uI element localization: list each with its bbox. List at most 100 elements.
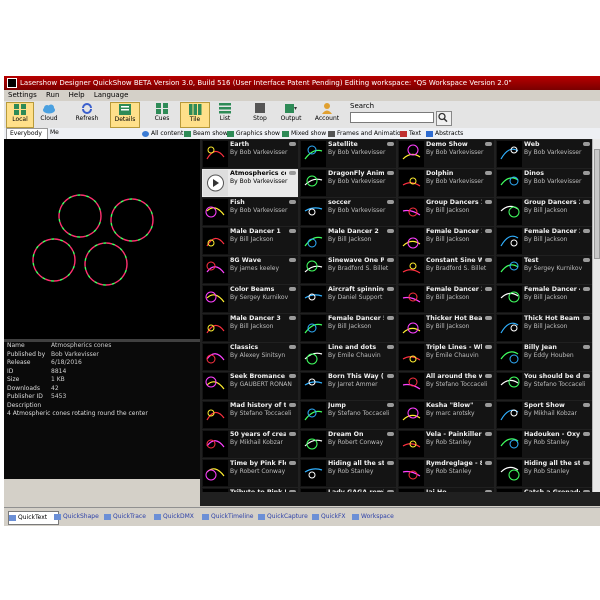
content-tile[interactable]: Sport Show By Mikhail Kobzar <box>496 401 592 429</box>
cloud-download-icon[interactable] <box>387 287 394 291</box>
menu-language[interactable]: Language <box>94 91 129 99</box>
cloud-download-icon[interactable] <box>583 142 590 146</box>
cloud-download-icon[interactable] <box>583 374 590 378</box>
content-tile[interactable]: Male Dancer 3 By Bill Jackson <box>202 314 298 342</box>
content-tile[interactable]: Born This Way (LadyBy Jarret Ammer <box>300 372 396 400</box>
content-tile[interactable]: Male Dancer 1 By Bill Jackson <box>202 227 298 255</box>
content-tile[interactable]: Male Dancer 2 By Bill Jackson <box>300 227 396 255</box>
cloud-download-icon[interactable] <box>387 316 394 320</box>
cloud-download-icon[interactable] <box>387 374 394 378</box>
cloud-download-icon[interactable] <box>289 316 296 320</box>
cloud-download-icon[interactable] <box>485 200 492 204</box>
tab-quickfx[interactable]: QuickFX <box>312 511 357 523</box>
menu-run[interactable]: Run <box>46 91 59 99</box>
cloud-download-icon[interactable] <box>387 432 394 436</box>
content-tile[interactable]: Triple Lines - WhiteBy Emile Chauvin <box>398 343 494 371</box>
content-tile[interactable]: Seek Bromance By GAUBERT RONAN <box>202 372 298 400</box>
grid-scrollbar[interactable] <box>592 139 600 492</box>
cloud-download-icon[interactable] <box>387 200 394 204</box>
search-button[interactable] <box>436 111 452 126</box>
content-tile[interactable]: Group Dancers 2 By Bill Jackson <box>496 198 592 226</box>
cloud-download-icon[interactable] <box>485 403 492 407</box>
cloud-download-icon[interactable] <box>485 345 492 349</box>
content-tile[interactable]: Sinewave One PeriodBy Bradford S. Billet <box>300 256 396 284</box>
content-tile[interactable]: Earth By Bob Varkevisser <box>202 140 298 168</box>
cloud-download-icon[interactable] <box>289 142 296 146</box>
content-tile[interactable]: Classics By Alexey Sinitsyn <box>202 343 298 371</box>
cloud-download-icon[interactable] <box>583 461 590 465</box>
account-button[interactable]: Account <box>312 102 342 126</box>
cloud-download-icon[interactable] <box>289 200 296 204</box>
content-tile[interactable]: Demo Show By Bob Varkevisser <box>398 140 494 168</box>
cloud-download-icon[interactable] <box>583 432 590 436</box>
filter-beam-show[interactable]: Beam show <box>184 128 228 139</box>
content-tile[interactable]: 50 years of creativeBy Mikhail Kobzar <box>202 430 298 458</box>
content-tile[interactable]: Mad history of theBy Stefano Toccaceli <box>202 401 298 429</box>
tab-workspace[interactable]: Workspace <box>352 511 407 523</box>
content-tile[interactable]: Line and dots By Emile Chauvin <box>300 343 396 371</box>
content-tile[interactable]: Female Dancer 5 By Bill Jackson <box>300 314 396 342</box>
content-tile[interactable]: Female Dancer 2 By Bill Jackson <box>496 227 592 255</box>
cloud-download-icon[interactable] <box>583 316 590 320</box>
content-tile[interactable]: Time by Pink FloydBy Robert Conway <box>202 459 298 487</box>
content-tile[interactable]: Satellite By Bob Varkevisser <box>300 140 396 168</box>
cloud-download-icon[interactable] <box>583 345 590 349</box>
search-input[interactable] <box>350 112 434 123</box>
details-button[interactable]: Details <box>110 102 140 128</box>
cloud-download-icon[interactable] <box>583 200 590 204</box>
content-tile[interactable]: Test By Sergey Kurnikov <box>496 256 592 284</box>
list-button[interactable]: List <box>212 102 238 126</box>
tab-quicktrace[interactable]: QuickTrace <box>104 511 159 523</box>
content-tile[interactable]: Billy Jean By Eddy Houben <box>496 343 592 371</box>
tab-quicktimeline[interactable]: QuickTimeline <box>202 511 263 523</box>
content-tile[interactable]: Vela - Painkiller By Rob Stanley <box>398 430 494 458</box>
content-tile[interactable]: You should be dancingBy Stefano Toccacel… <box>496 372 592 400</box>
cloud-button[interactable]: Cloud <box>35 102 63 126</box>
content-tile[interactable]: Atmospherics conesBy Bob Varkevisser <box>202 169 298 197</box>
content-tile[interactable]: Hadouken - OxygenBy Rob Stanley <box>496 430 592 458</box>
cloud-download-icon[interactable] <box>485 287 492 291</box>
filter-all-content[interactable]: All content <box>142 128 183 139</box>
filter-graphics-show[interactable]: Graphics show <box>227 128 280 139</box>
tab-quickshape[interactable]: QuickShape <box>54 511 109 523</box>
cloud-download-icon[interactable] <box>387 142 394 146</box>
cloud-download-icon[interactable] <box>485 432 492 436</box>
cloud-download-icon[interactable] <box>387 345 394 349</box>
content-tile[interactable]: Web By Bob Varkevisser <box>496 140 592 168</box>
content-tile[interactable]: All around the worldBy Stefano Toccaceli <box>398 372 494 400</box>
filter-abstracts[interactable]: Abstracts <box>426 128 463 139</box>
cloud-download-icon[interactable] <box>289 461 296 465</box>
cloud-download-icon[interactable] <box>485 374 492 378</box>
tab-quickcapture[interactable]: QuickCapture <box>258 511 319 523</box>
filter-mixed-show[interactable]: Mixed show <box>282 128 326 139</box>
content-tile[interactable]: Hiding all the starsBy Rob Stanley <box>496 459 592 487</box>
cloud-download-icon[interactable] <box>583 258 590 262</box>
content-tile[interactable]: Fish By Bob Varkevisser <box>202 198 298 226</box>
content-tile[interactable]: Thick Hot Beams By Bill Jackson <box>496 314 592 342</box>
content-tile[interactable]: Female Dancer 3 By Bill Jackson <box>398 285 494 313</box>
content-tile[interactable]: Dream On By Robert Conway <box>300 430 396 458</box>
tile-button[interactable]: Tile <box>180 102 210 128</box>
content-tile[interactable]: Color Beams By Sergey Kurnikov <box>202 285 298 313</box>
menu-settings[interactable]: Settings <box>8 91 37 99</box>
cloud-download-icon[interactable] <box>583 403 590 407</box>
tab-me[interactable]: Me <box>50 128 70 138</box>
cloud-download-icon[interactable] <box>485 142 492 146</box>
content-tile[interactable]: Female Dancer 4 By Bill Jackson <box>496 285 592 313</box>
scrollbar-thumb[interactable] <box>594 149 600 259</box>
content-tile[interactable]: DragonFly AnimationBy Bob Varkevisser <box>300 169 396 197</box>
output-button[interactable]: Output <box>278 102 304 126</box>
cloud-download-icon[interactable] <box>289 345 296 349</box>
cloud-download-icon[interactable] <box>387 171 394 175</box>
cloud-download-icon[interactable] <box>485 461 492 465</box>
content-tile[interactable]: 8G Wave By james keeley <box>202 256 298 284</box>
cloud-download-icon[interactable] <box>289 432 296 436</box>
filter-text[interactable]: Text <box>400 128 421 139</box>
cloud-download-icon[interactable] <box>289 287 296 291</box>
stop-button[interactable]: Stop <box>248 102 272 126</box>
cloud-download-icon[interactable] <box>583 287 590 291</box>
cloud-download-icon[interactable] <box>583 229 590 233</box>
cloud-download-icon[interactable] <box>289 171 296 175</box>
cloud-download-icon[interactable] <box>289 258 296 262</box>
tab-quickdmx[interactable]: QuickDMX <box>154 511 207 523</box>
